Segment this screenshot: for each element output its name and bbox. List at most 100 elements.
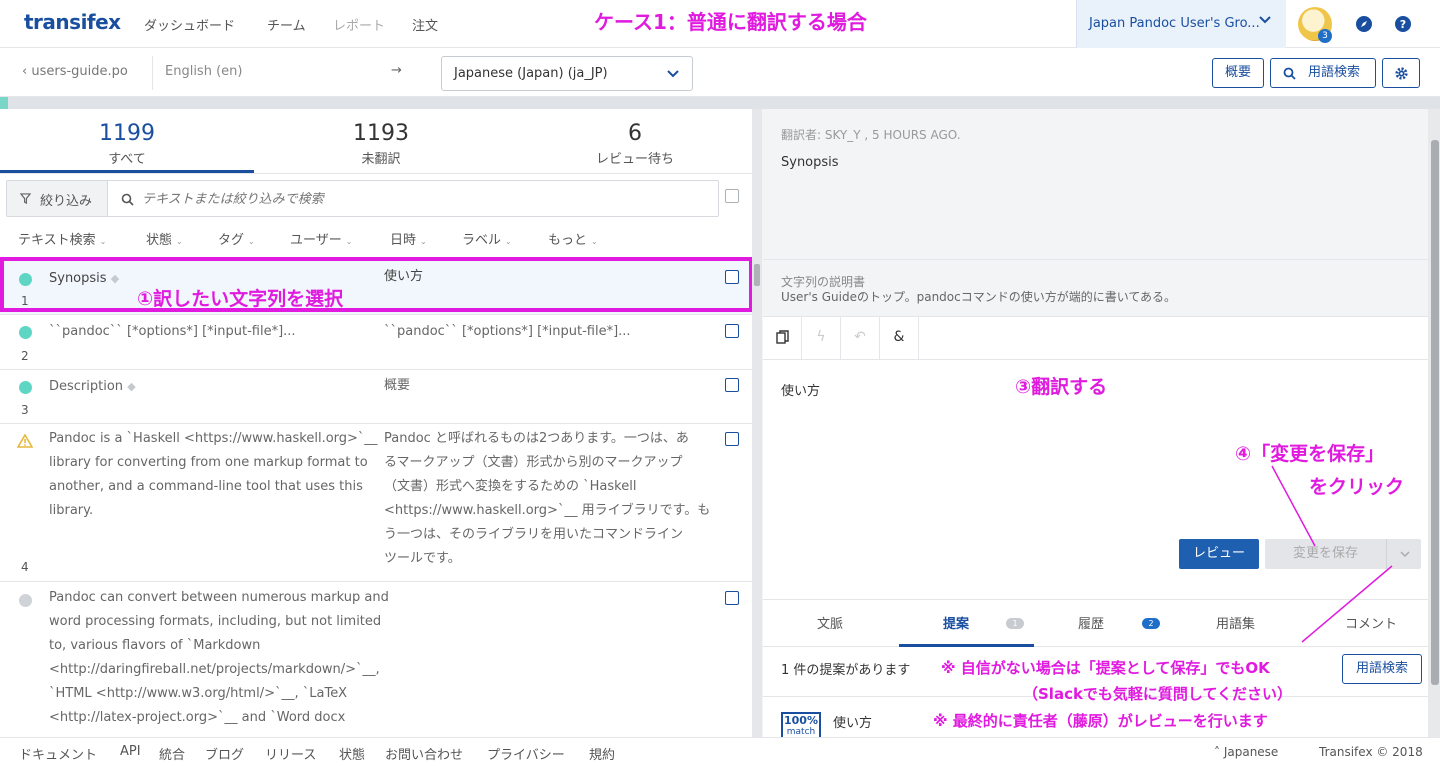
file-name: users-guide.po bbox=[31, 64, 128, 79]
footer-link[interactable]: 状態 bbox=[339, 744, 365, 763]
filter-label[interactable]: ラベル ⌄ bbox=[462, 229, 512, 248]
divider bbox=[763, 359, 1428, 360]
review-button[interactable]: レビュー bbox=[1179, 539, 1259, 569]
row-checkbox[interactable] bbox=[725, 591, 739, 605]
row-source: Pandoc is a `Haskell <https://www.haskel… bbox=[49, 427, 377, 523]
footer-link[interactable]: API bbox=[120, 744, 141, 759]
row-checkbox[interactable] bbox=[725, 324, 739, 338]
save-changes-button[interactable]: 変更を保存 bbox=[1265, 539, 1386, 569]
row-source-line: `HTML <http://www.w3.org/html/>`__, `LaT… bbox=[49, 686, 348, 701]
select-all-checkbox[interactable] bbox=[725, 189, 739, 203]
search-input[interactable] bbox=[142, 186, 702, 212]
settings-button[interactable] bbox=[1382, 58, 1420, 88]
match-badge: 100% match bbox=[781, 712, 821, 737]
stat-untranslated-label: 未翻訳 bbox=[361, 152, 401, 167]
footer-link[interactable]: プライバシー bbox=[487, 744, 565, 763]
filter-status[interactable]: 状態 ⌄ bbox=[146, 229, 183, 248]
compass-icon[interactable] bbox=[1356, 16, 1372, 32]
chevron-down-icon: ⌄ bbox=[505, 237, 512, 246]
tab-glossary[interactable]: 用語集 bbox=[1216, 613, 1255, 632]
filter-more[interactable]: もっと ⌄ bbox=[548, 229, 598, 248]
panel-divider[interactable] bbox=[752, 109, 762, 737]
tab-comments[interactable]: コメント bbox=[1345, 613, 1397, 632]
copyright: Transifex © 2018 bbox=[1319, 745, 1423, 759]
stat-all[interactable]: 1199 すべて bbox=[0, 121, 254, 167]
special-chars-button[interactable]: & bbox=[880, 316, 919, 359]
tab-history[interactable]: 履歴 bbox=[1078, 613, 1104, 632]
row-source: Description ◆ bbox=[49, 375, 136, 399]
copy-source-button[interactable] bbox=[763, 316, 802, 359]
row-target-line: るマークアップ（文書）形式から別のマークアップ bbox=[384, 455, 683, 470]
footer-link[interactable]: 統合 bbox=[159, 744, 185, 763]
chevron-down-icon bbox=[667, 70, 679, 78]
target-language-value: Japanese (Japan) (ja_JP) bbox=[454, 66, 608, 81]
table-row[interactable]: ``pandoc`` [*options*] [*input-file*]...… bbox=[0, 315, 752, 370]
chevron-down-icon: ⌄ bbox=[99, 237, 107, 246]
stat-untranslated[interactable]: 1193 未翻訳 bbox=[254, 121, 508, 167]
nav-orders[interactable]: 注文 bbox=[412, 15, 438, 34]
filter-text-search[interactable]: テキスト検索 ⌄ bbox=[18, 229, 106, 248]
undo-icon: ↶ bbox=[854, 329, 866, 345]
row-source-line: library. bbox=[49, 503, 94, 518]
notification-badge: 3 bbox=[1318, 29, 1332, 43]
row-checkbox[interactable] bbox=[725, 378, 739, 392]
stat-review[interactable]: 6 レビュー待ち bbox=[508, 121, 762, 167]
filter-tag[interactable]: タグ ⌄ bbox=[218, 229, 255, 248]
tab-context[interactable]: 文脈 bbox=[817, 613, 843, 632]
overview-button[interactable]: 概要 bbox=[1212, 58, 1264, 88]
organization-selector[interactable]: Japan Pandoc User's Gro... bbox=[1076, 0, 1286, 48]
table-row[interactable]: Description ◆ 3 概要 bbox=[0, 370, 752, 424]
autofill-button[interactable]: ϟ bbox=[802, 316, 841, 359]
nav-dashboard[interactable]: ダッシュボード bbox=[144, 15, 235, 34]
tab-suggestions[interactable]: 提案 bbox=[943, 613, 969, 632]
filter-button[interactable]: 絞り込み bbox=[7, 181, 108, 216]
footer-link[interactable]: お問い合わせ bbox=[385, 744, 463, 763]
footer-link[interactable]: ブログ bbox=[205, 744, 244, 763]
undo-button[interactable]: ↶ bbox=[841, 316, 880, 359]
footer-link[interactable]: リリース bbox=[265, 744, 316, 763]
filter-label-label: ラベル bbox=[462, 233, 502, 248]
back-to-file[interactable]: ‹ users-guide.po bbox=[22, 64, 128, 79]
glossary-search-button[interactable]: 用語検索 bbox=[1270, 58, 1376, 88]
annotation-step3: ③翻訳する bbox=[1015, 376, 1108, 398]
chevron-down-icon: ⌄ bbox=[591, 237, 598, 246]
annotation-step1: ①訳したい文字列を選択 bbox=[137, 288, 344, 310]
row-source: Pandoc can convert between numerous mark… bbox=[49, 586, 389, 730]
row-source-line: Pandoc can convert between numerous mark… bbox=[49, 590, 389, 605]
nav-team[interactable]: チーム bbox=[267, 15, 306, 34]
table-row[interactable]: Pandoc can convert between numerous mark… bbox=[0, 582, 752, 737]
table-row[interactable]: Pandoc is a `Haskell <https://www.haskel… bbox=[0, 424, 752, 582]
progress-bar-fill bbox=[0, 97, 8, 109]
save-options-dropdown[interactable] bbox=[1386, 539, 1421, 569]
row-target: ``pandoc`` [*options*] [*input-file*]... bbox=[384, 324, 631, 339]
row-number: 4 bbox=[21, 560, 29, 574]
help-icon[interactable]: ? bbox=[1395, 16, 1411, 32]
divider bbox=[152, 56, 153, 90]
panel-scrollbar-thumb[interactable] bbox=[754, 264, 760, 286]
search-icon bbox=[121, 193, 134, 206]
translation-input[interactable]: 使い方 bbox=[781, 380, 820, 399]
filter-date[interactable]: 日時 ⌄ bbox=[390, 229, 427, 248]
chevron-left-icon: ‹ bbox=[22, 64, 28, 79]
footer-link[interactable]: 規約 bbox=[589, 744, 615, 763]
right-scrollbar-thumb[interactable] bbox=[1431, 140, 1439, 685]
progress-bar bbox=[0, 97, 1440, 109]
glossary-search-small-button[interactable]: 用語検索 bbox=[1342, 654, 1422, 684]
row-target-line: （文書）形式へ変換をするための `Haskell bbox=[384, 479, 637, 494]
transifex-logo[interactable]: transifex bbox=[24, 10, 121, 34]
filter-user[interactable]: ユーザー ⌄ bbox=[290, 229, 352, 248]
row-target-line: う一つは、そのライブラリを用いたコマンドライン bbox=[384, 527, 684, 542]
stat-review-label: レビュー待ち bbox=[595, 152, 674, 167]
suggestion-text[interactable]: 使い方 bbox=[833, 712, 872, 731]
row-target-line: Pandoc と呼ばれるものは2つあります。一つは、あ bbox=[384, 431, 689, 446]
language-selector[interactable]: ˄ Japanese bbox=[1214, 745, 1278, 759]
translator-info: 翻訳者: SKY_Y , 5 HOURS AGO. bbox=[781, 128, 961, 142]
nav-reports[interactable]: レポート bbox=[333, 15, 385, 34]
row-checkbox[interactable] bbox=[725, 432, 739, 446]
row-source-line: word processing formats, including, but … bbox=[49, 614, 382, 629]
target-language-select[interactable]: Japanese (Japan) (ja_JP) bbox=[441, 56, 693, 91]
row-source-line: to, various flavors of `Markdown bbox=[49, 638, 261, 653]
footer-link[interactable]: ドキュメント bbox=[19, 744, 97, 763]
row-target: Pandoc と呼ばれるものは2つあります。一つは、あ るマークアップ（文書）形… bbox=[384, 427, 714, 571]
language-selector-label: Japanese bbox=[1223, 745, 1279, 759]
